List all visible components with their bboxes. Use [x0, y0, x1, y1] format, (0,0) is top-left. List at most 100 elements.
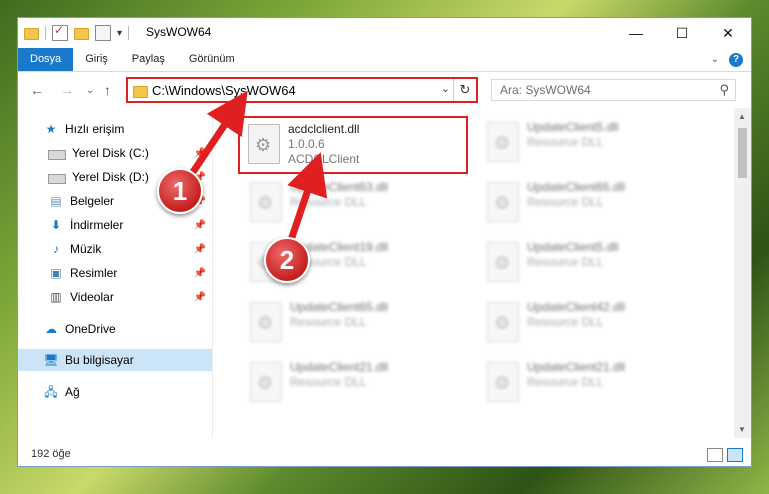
dll-file-icon [487, 302, 519, 342]
file-name: UpdateClient65.dll [290, 300, 389, 314]
sidebar-item-label: Hızlı erişim [65, 122, 125, 136]
cloud-icon: ☁ [45, 322, 57, 336]
maximize-button[interactable]: ☐ [659, 18, 705, 48]
search-icon: ⚲ [719, 82, 729, 97]
sidebar-item-music[interactable]: ♪ Müzik 📌 [18, 238, 212, 260]
address-dropdown-chevron-icon[interactable]: ⌄ [441, 82, 450, 95]
sidebar-item-label: İndirmeler [70, 218, 124, 232]
file-name: UpdateClient21.dll [290, 360, 389, 374]
file-description: Resource DLL [290, 315, 367, 329]
refresh-icon[interactable]: ↻ [453, 79, 476, 101]
pin-icon: 📌 [193, 291, 206, 303]
pin-icon: 📌 [193, 147, 206, 159]
scroll-thumb[interactable] [738, 128, 747, 178]
ribbon-tabs: Dosya Giriş Paylaş Görünüm ⌄ ? [18, 48, 751, 72]
sidebar-item-videos[interactable]: ▥ Videolar 📌 [18, 286, 212, 308]
dll-file-icon [250, 182, 282, 222]
sidebar-item-label: Resimler [70, 266, 118, 280]
file-description: ACDCLClient [288, 152, 360, 166]
ribbon-right: ⌄ ? [711, 48, 751, 71]
video-icon: ▥ [50, 290, 62, 304]
sidebar-item-onedrive[interactable]: ☁ OneDrive [18, 318, 212, 340]
close-button[interactable]: ✕ [705, 18, 751, 48]
forward-arrow-icon[interactable]: → [60, 82, 74, 98]
file-name: UpdateClient42.dll [527, 300, 626, 314]
annotation-marker-2: 2 [264, 237, 310, 283]
help-icon[interactable]: ? [729, 52, 743, 67]
scroll-up-icon[interactable]: ▲ [738, 112, 746, 121]
search-placeholder: Ara: SysWOW64 [500, 83, 591, 97]
file-name: acdclclient.dll [288, 122, 360, 136]
minimize-button[interactable]: — [613, 18, 659, 48]
sidebar-item-label: Ağ [65, 385, 80, 399]
sidebar-item-downloads[interactable]: ⬇ İndirmeler 📌 [18, 214, 212, 236]
sidebar-item-label: Belgeler [70, 194, 115, 208]
file-description: Resource DLL [527, 135, 604, 149]
file-name: UpdateClient63.dll [290, 180, 389, 194]
file-tile[interactable]: UpdateClient21.dll Resource DLL [475, 356, 705, 414]
up-arrow-icon[interactable]: ↑ [104, 82, 111, 98]
expand-ribbon-chevron-icon[interactable]: ⌄ [711, 54, 719, 65]
file-tile[interactable]: UpdateClient5.dll Resource DLL [475, 116, 705, 174]
toolbar-separator [45, 26, 46, 40]
address-bar[interactable]: C:\Windows\SysWOW64 ⌄ ↻ [126, 77, 478, 103]
recent-locations-chevron-icon[interactable]: ⌄ [86, 85, 94, 96]
vertical-scrollbar[interactable]: ▲ ▼ [734, 108, 751, 438]
details-view-icon[interactable] [707, 448, 723, 462]
back-arrow-icon[interactable]: ← [30, 82, 44, 98]
file-tile[interactable]: UpdateClient65.dll Resource DLL [475, 176, 705, 234]
file-tile[interactable]: UpdateClient21.dll Resource DLL [238, 356, 468, 414]
tab-dosya[interactable]: Dosya [18, 48, 74, 71]
file-name: UpdateClient21.dll [527, 360, 626, 374]
file-tile[interactable]: UpdateClient42.dll Resource DLL [475, 296, 705, 354]
window-controls: — ☐ ✕ [613, 18, 751, 48]
dll-file-icon [487, 242, 519, 282]
sidebar-item-network[interactable]: 🖧 Ağ [18, 381, 212, 403]
search-input[interactable]: Ara: SysWOW64 ⚲ [491, 79, 736, 101]
tab-paylas[interactable]: Paylaş [120, 48, 177, 71]
file-description: Resource DLL [290, 375, 367, 389]
file-description: Resource DLL [290, 195, 367, 209]
scroll-down-icon[interactable]: ▼ [738, 425, 746, 434]
file-version: 1.0.0.6 [288, 137, 325, 151]
file-tile[interactable]: UpdateClient5.dll Resource DLL [475, 236, 705, 294]
status-bar: 192 öğe [18, 444, 751, 466]
sidebar-item-disk-c[interactable]: Yerel Disk (C:) 📌 [18, 142, 212, 164]
file-description: Resource DLL [527, 315, 604, 329]
tiles-view-icon[interactable] [727, 448, 743, 462]
address-path[interactable]: C:\Windows\SysWOW64 [152, 83, 296, 98]
sidebar-item-label: OneDrive [65, 322, 116, 336]
navigation-bar: ← → ⌄ ↑ C:\Windows\SysWOW64 ⌄ ↻ Ara: Sys… [18, 72, 751, 108]
sidebar-item-label: Bu bilgisayar [65, 353, 134, 367]
network-icon: 🖧 [44, 385, 58, 399]
tab-giris[interactable]: Giriş [73, 48, 120, 71]
explorer-window: ▾ SysWOW64 — ☐ ✕ Dosya Giriş Paylaş Görü… [17, 17, 752, 467]
dll-file-icon [248, 124, 280, 164]
tab-gorunum[interactable]: Görünüm [177, 48, 247, 71]
folder-icon [24, 28, 39, 40]
sidebar-item-label: Yerel Disk (C:) [72, 146, 149, 160]
sidebar-item-pictures[interactable]: ▣ Resimler 📌 [18, 262, 212, 284]
properties-icon[interactable] [95, 25, 111, 41]
sidebar-item-quick-access[interactable]: ★ Hızlı erişim [18, 118, 212, 140]
customize-toolbar-chevron-icon[interactable]: ▾ [117, 28, 122, 39]
drive-icon [48, 149, 66, 160]
music-icon: ♪ [53, 242, 59, 256]
document-icon: ▤ [50, 194, 62, 208]
pin-icon: 📌 [193, 219, 206, 231]
pin-icon: 📌 [193, 267, 206, 279]
file-tile-acdclclient[interactable]: acdclclient.dll 1.0.0.6 ACDCLClient [238, 116, 468, 174]
navigation-pane: ★ Hızlı erişim Yerel Disk (C:) 📌 Yerel D… [18, 108, 213, 438]
folder-icon [133, 86, 148, 98]
file-description: Resource DLL [527, 195, 604, 209]
file-tile[interactable]: UpdateClient63.dll Resource DLL [238, 176, 468, 234]
star-icon: ★ [45, 122, 57, 136]
sidebar-item-this-pc[interactable]: 🖥 Bu bilgisayar [18, 349, 212, 371]
toolbar-separator [128, 26, 130, 40]
properties-check-icon[interactable] [52, 23, 68, 41]
title-bar: ▾ SysWOW64 — ☐ ✕ [18, 18, 751, 48]
computer-icon: 🖥 [43, 353, 59, 367]
file-tile[interactable]: UpdateClient65.dll Resource DLL [238, 296, 468, 354]
sidebar-item-label: Yerel Disk (D:) [72, 170, 149, 184]
new-folder-icon[interactable] [74, 28, 89, 40]
